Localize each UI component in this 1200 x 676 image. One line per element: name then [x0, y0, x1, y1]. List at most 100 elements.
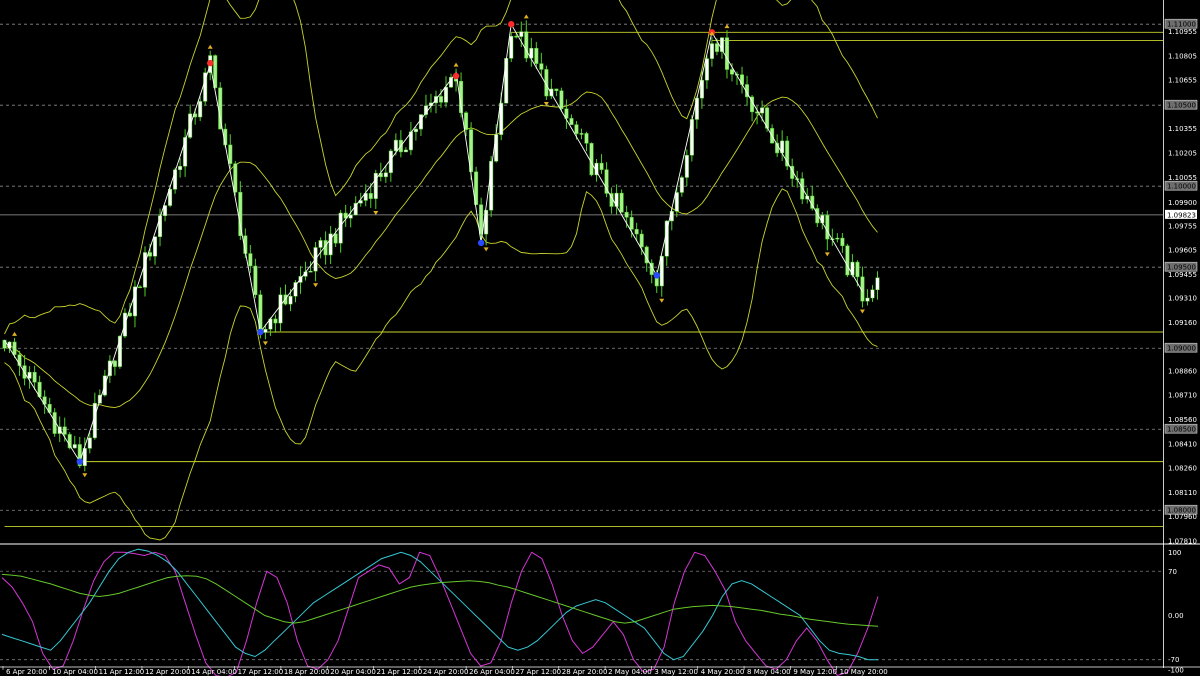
candle-body — [198, 101, 203, 118]
fractal-down-arrow — [824, 252, 830, 257]
candle-body — [870, 289, 875, 299]
candle-body — [519, 31, 524, 37]
time-axis-label: 10 Apr 04:00 — [52, 668, 98, 676]
swing-low-marker — [477, 239, 485, 247]
candle-body — [514, 35, 519, 38]
candle-body — [338, 212, 343, 244]
candle-body — [248, 253, 253, 267]
candle-body — [709, 43, 714, 59]
candle-body — [539, 63, 544, 70]
time-axis-label: 11 Apr 12:00 — [99, 668, 145, 676]
fractal-down-arrow — [859, 309, 865, 314]
price-axis-label: 1.07810 — [1168, 538, 1197, 546]
level-label: 1.08000 — [1167, 507, 1196, 515]
time-axis-label: 6 Apr 20:00 — [6, 668, 47, 676]
candle-body — [704, 58, 709, 81]
candle-body — [368, 193, 373, 199]
candle-body — [875, 277, 880, 291]
price-axis-label: 1.09160 — [1168, 319, 1197, 327]
price-axis-label: 1.09755 — [1168, 222, 1197, 230]
fractal-down-arrow — [313, 283, 319, 288]
time-axis-label: 24 Apr 20:00 — [423, 668, 469, 676]
candle-body — [629, 217, 634, 230]
candle-body — [413, 128, 418, 133]
candle-body — [348, 214, 353, 219]
candle-body — [584, 133, 589, 144]
swing-low-marker — [653, 272, 660, 279]
candle-body — [253, 265, 258, 295]
bollinger-middle — [4, 91, 878, 409]
level-label: 1.10500 — [1167, 102, 1196, 110]
candle-body — [278, 294, 283, 324]
fractal-down-arrow — [262, 341, 268, 346]
candle-body — [353, 202, 358, 216]
fractal-up-arrow — [724, 24, 730, 29]
candle-body — [604, 169, 609, 194]
price-axis-label: 1.08110 — [1168, 489, 1197, 497]
candle-body — [27, 371, 32, 379]
fractal-up-arrow — [523, 14, 529, 19]
candle-body — [178, 166, 183, 170]
time-axis-label: 9 May 12:00 — [793, 668, 837, 676]
price-axis-label: 1.08710 — [1168, 392, 1197, 400]
candle-body — [333, 233, 338, 244]
price-axis-label: 1.09310 — [1168, 294, 1197, 302]
candle-body — [724, 37, 729, 70]
time-axis-label: 17 Apr 12:00 — [238, 668, 284, 676]
candle-body — [388, 150, 393, 173]
candle-body — [835, 237, 840, 240]
oscillator-axis-label: 70 — [1168, 568, 1177, 576]
time-axis-label: 4 May 20:00 — [701, 668, 745, 676]
candle-body — [619, 192, 624, 213]
price-chart-panel — [0, 0, 1163, 541]
candle-body — [273, 318, 278, 324]
candle-body — [825, 214, 830, 240]
fractal-up-arrow — [453, 62, 459, 67]
price-axis-label: 1.10355 — [1168, 125, 1197, 133]
time-axis-label: 21 Apr 12:00 — [377, 668, 423, 676]
price-axis-label: 1.10955 — [1168, 28, 1197, 36]
price-axis-label: 1.09900 — [1168, 199, 1197, 207]
candle-body — [559, 90, 564, 110]
oscillator-axis-label: 0.00 — [1168, 612, 1184, 620]
candle-body — [444, 86, 449, 103]
candle-body — [32, 371, 37, 383]
candle-body — [383, 172, 388, 178]
swing-high-marker — [508, 21, 515, 28]
candle-body — [800, 178, 805, 200]
candle-body — [845, 245, 850, 276]
candle-body — [624, 212, 629, 218]
time-axis-label: 3 May 12:00 — [654, 668, 698, 676]
level-label: 1.11000 — [1167, 21, 1196, 29]
chart-canvas: 1.10955 1.10805 1.10655 1.10355 1.10205 1.100… — [0, 0, 1200, 676]
candle-body — [579, 133, 584, 135]
level-label: 1.08500 — [1167, 426, 1196, 434]
candle-body — [393, 139, 398, 152]
candle-body — [233, 163, 238, 193]
time-axis-label: 10 May 20:00 — [840, 668, 888, 676]
price-axis-label: 1.10205 — [1168, 149, 1197, 157]
candle-body — [740, 74, 745, 85]
price-axis-label: 1.09455 — [1168, 271, 1197, 279]
oscillator-axis-label: -70 — [1168, 656, 1179, 664]
fractal-down-arrow — [82, 473, 88, 478]
candle-body — [438, 96, 444, 103]
time-axis-label: 12 Apr 20:00 — [145, 668, 191, 676]
fractal-up-arrow — [12, 331, 18, 336]
candle-body — [674, 192, 679, 212]
candle-body — [137, 286, 142, 289]
candle-body — [694, 97, 699, 120]
oscillator-series-line — [1, 551, 879, 676]
fractal-down-arrow — [373, 211, 379, 216]
time-axis-label: 26 Apr 04:00 — [469, 668, 515, 676]
oscillator-panel — [0, 543, 1200, 676]
candle-body — [494, 134, 499, 162]
candle-body — [12, 341, 17, 355]
candle-body — [418, 114, 423, 130]
zigzag-line — [4, 22, 863, 463]
oscillator-axis-label: 100 — [1168, 549, 1181, 557]
candle-body — [504, 58, 509, 104]
candle-body — [729, 69, 735, 75]
bollinger-lower — [4, 188, 878, 541]
time-axis-label: 8 May 04:00 — [747, 668, 791, 676]
